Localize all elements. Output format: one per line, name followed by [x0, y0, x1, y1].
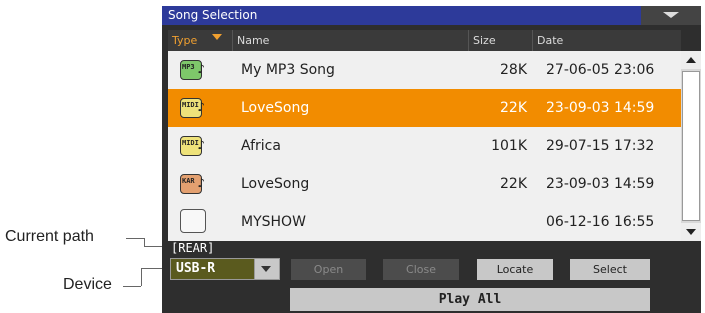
- device-leader-line: [123, 286, 141, 287]
- current-path-leader-line: [126, 238, 144, 239]
- close-button[interactable]: Close: [383, 259, 459, 280]
- midi-file-icon: MIDI ♪: [180, 98, 205, 118]
- arrow-down-icon: [686, 229, 696, 235]
- scroll-thumb[interactable]: [682, 71, 700, 221]
- file-date: 23-09-03 14:59: [546, 176, 655, 192]
- file-date: 06-12-16 16:55: [546, 214, 655, 230]
- device-select-value: USB-R: [176, 261, 216, 276]
- device-select[interactable]: USB-R: [170, 258, 280, 280]
- file-name: LoveSong: [241, 176, 310, 192]
- mp3-file-icon: MP3 ♪: [180, 60, 205, 80]
- file-size: 22K: [500, 176, 527, 192]
- column-header-name[interactable]: Name: [232, 30, 468, 51]
- current-path-callout: Current path: [5, 228, 94, 245]
- device-dropdown-button[interactable]: [254, 259, 279, 279]
- file-date: 29-07-15 17:32: [546, 138, 655, 154]
- window-title: Song Selection: [168, 8, 258, 22]
- current-path-leader-line: [144, 238, 145, 246]
- file-type-label: KAR: [182, 177, 195, 185]
- current-path-leader-line: [144, 246, 162, 247]
- column-header-size[interactable]: Size: [468, 30, 532, 51]
- open-button[interactable]: Open: [291, 259, 366, 280]
- kar-file-icon: KAR ♪: [180, 174, 205, 194]
- title-bar: Song Selection: [162, 6, 701, 25]
- file-name: Africa: [241, 138, 281, 154]
- column-header-type-label: Type: [172, 34, 198, 47]
- file-row-selected[interactable]: MIDI ♪ LoveSong 22K 23-09-03 14:59: [168, 89, 681, 127]
- midi-file-icon: MIDI ♪: [180, 136, 205, 156]
- device-leader-line: [141, 268, 142, 286]
- file-list: MP3 ♪ My MP3 Song 28K 27-06-05 23:06 MIDI…: [168, 51, 681, 241]
- file-name: LoveSong: [241, 100, 310, 116]
- play-all-button[interactable]: Play All: [290, 288, 650, 311]
- sort-arrow-icon: [212, 34, 222, 40]
- column-header-type[interactable]: Type: [168, 30, 232, 51]
- select-button[interactable]: Select: [570, 259, 650, 280]
- device-leader-line: [141, 268, 163, 269]
- chevron-down-icon: [663, 12, 679, 18]
- file-size: 101K: [491, 138, 527, 154]
- scroll-down-button[interactable]: [681, 223, 701, 241]
- file-name: My MP3 Song: [241, 62, 335, 78]
- list-scrollbar[interactable]: [681, 51, 701, 241]
- file-date: 27-06-05 23:06: [546, 62, 655, 78]
- scroll-up-button[interactable]: [681, 51, 701, 69]
- file-row[interactable]: MP3 ♪ My MP3 Song 28K 27-06-05 23:06: [168, 51, 681, 89]
- file-date: 23-09-03 14:59: [546, 100, 655, 116]
- file-type-label: MP3: [182, 63, 195, 71]
- current-path: [REAR]: [171, 241, 215, 255]
- folder-icon: [180, 209, 206, 233]
- page-menu-button[interactable]: [641, 6, 701, 25]
- file-type-label: MIDI: [182, 101, 199, 109]
- file-size: [468, 203, 527, 241]
- file-row[interactable]: KAR ♪ LoveSong 22K 23-09-03 14:59: [168, 165, 681, 203]
- song-selection-screen: Song Selection Type Name Size Date MP3 ♪ …: [162, 6, 701, 313]
- file-row[interactable]: MIDI ♪ Africa 101K 29-07-15 17:32: [168, 127, 681, 165]
- folder-row[interactable]: MYSHOW 06-12-16 16:55: [168, 203, 681, 241]
- file-type-label: MIDI: [182, 139, 199, 147]
- file-size: 22K: [500, 100, 527, 116]
- locate-button[interactable]: Locate: [477, 259, 553, 280]
- arrow-up-icon: [686, 57, 696, 63]
- chevron-down-icon: [261, 266, 271, 272]
- file-name: MYSHOW: [241, 214, 306, 230]
- device-callout: Device: [63, 276, 112, 293]
- column-header-date[interactable]: Date: [532, 30, 681, 51]
- file-list-header: Type Name Size Date: [168, 30, 681, 51]
- file-size: 28K: [500, 62, 527, 78]
